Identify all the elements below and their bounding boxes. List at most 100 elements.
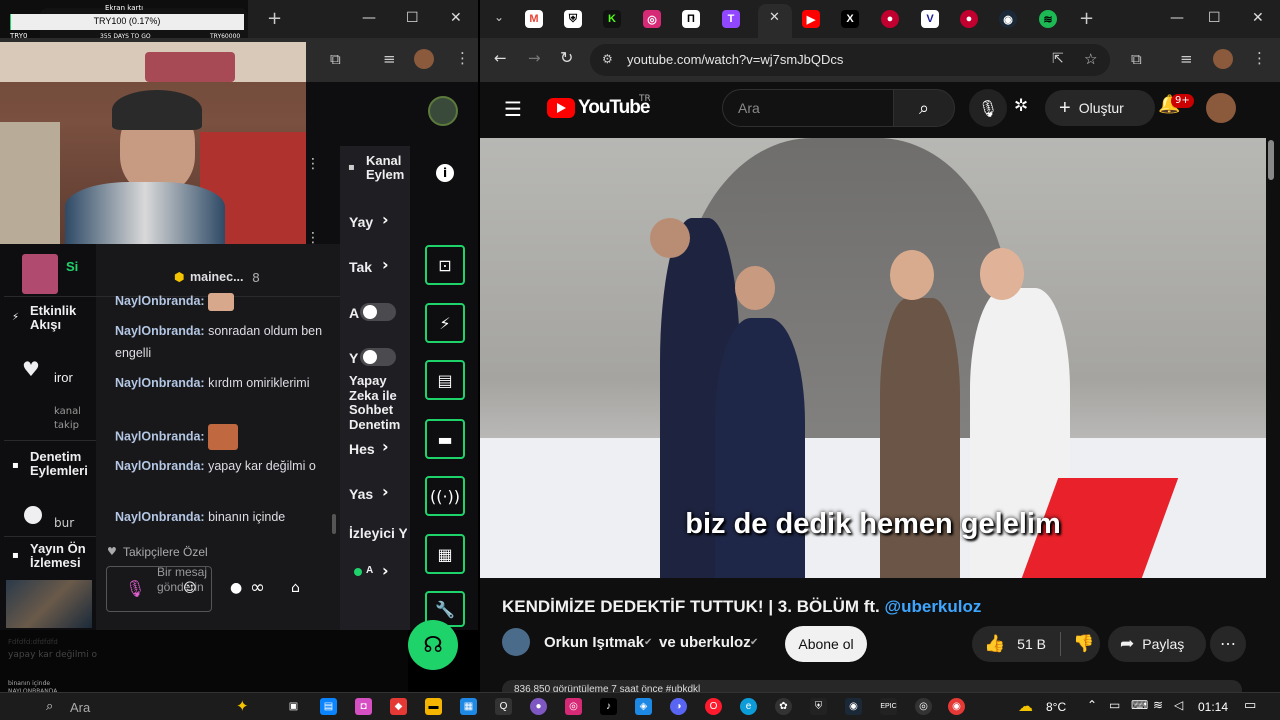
clip-button[interactable]: ⊡	[425, 245, 465, 285]
notification-center-icon[interactable]: ▭	[1244, 698, 1256, 713]
mod-row[interactable]: İzleyici Y	[349, 525, 407, 541]
close-window-icon[interactable]: ✕	[450, 10, 462, 26]
chat-username[interactable]: NaylOnbranda:	[115, 376, 205, 390]
emoji-icon[interactable]: ☺	[183, 581, 197, 596]
edge-icon[interactable]: e	[740, 698, 757, 715]
tray-expand-icon[interactable]: ⌃	[1087, 698, 1097, 712]
chat-button[interactable]: ▬	[425, 419, 465, 459]
address-bar[interactable]: ⚙ youtube.com/watch?v=wj7smJbQDcs ⇱ ☆	[590, 44, 1110, 76]
chevron-right-icon[interactable]: ›	[382, 210, 389, 229]
mod-row[interactable]: Y	[349, 350, 358, 366]
discord-icon[interactable]: ◑	[670, 698, 687, 715]
back-icon[interactable]: ←	[494, 49, 507, 67]
install-icon[interactable]: ⇱	[1052, 51, 1064, 67]
boost-button[interactable]: ⚡	[425, 303, 465, 343]
voice-search-button[interactable]: 🎙	[969, 89, 1007, 127]
mod-row[interactable]: A	[349, 305, 359, 321]
instagram-icon[interactable]: ◎	[643, 10, 661, 28]
maximize-icon[interactable]: ☐	[1208, 10, 1221, 26]
media-icon[interactable]: ≡	[383, 50, 396, 68]
chrome-icon[interactable]: ◉	[948, 698, 965, 715]
minimize-icon[interactable]: —	[1170, 10, 1184, 26]
ai-sparkle-icon[interactable]: ✲	[1014, 96, 1028, 116]
chevron-right-icon[interactable]: ›	[382, 561, 389, 580]
spotify-icon[interactable]: ≋	[1039, 10, 1057, 28]
channel-name[interactable]: Orkun Işıtmak	[544, 634, 644, 651]
new-tab-icon[interactable]: +	[1079, 8, 1094, 29]
pinned-user[interactable]: mainec...	[190, 270, 244, 284]
extensions-icon[interactable]: ⧉	[330, 50, 341, 68]
bookmark-star-icon[interactable]: ☆	[1084, 50, 1097, 68]
new-tab-icon[interactable]: +	[267, 8, 282, 29]
layout-button[interactable]: ▦	[425, 534, 465, 574]
mod-toggle[interactable]	[360, 303, 396, 321]
maximize-icon[interactable]: ☐	[406, 10, 419, 26]
app-icon[interactable]: EPIC	[880, 698, 897, 715]
menu-dots-icon[interactable]: ⋮	[1252, 49, 1267, 67]
menu-dots-icon[interactable]: ⋮	[455, 49, 470, 67]
tiktok-icon[interactable]: ♪	[600, 698, 617, 715]
chat-scrollbar[interactable]	[332, 514, 336, 534]
mic-icon[interactable]: 🎙	[125, 579, 145, 598]
app-icon[interactable]: ◘	[355, 698, 372, 715]
tab-search-icon[interactable]: ⌄	[494, 10, 504, 24]
store-app-icon[interactable]: ▤	[320, 698, 337, 715]
gmail-icon[interactable]: M	[525, 10, 543, 28]
video-player[interactable]: biz de dedik hemen gelelim	[480, 138, 1266, 578]
forward-icon[interactable]: →	[528, 49, 541, 67]
chevron-right-icon[interactable]: ›	[382, 482, 389, 501]
x-icon[interactable]: X	[841, 10, 859, 28]
app-icon[interactable]: ◆	[390, 698, 407, 715]
chevron-right-icon[interactable]: ›	[382, 437, 389, 456]
store-icon[interactable]: ⌂	[291, 580, 300, 596]
shield-icon[interactable]: ⛨	[564, 10, 582, 28]
volume-icon[interactable]: ◁	[1174, 698, 1183, 712]
app-icon[interactable]: ◎	[915, 698, 932, 715]
twitch-icon[interactable]: T	[722, 10, 740, 28]
chat-input[interactable]: 🎙 Bir mesaj gönderin ☺	[106, 565, 212, 612]
weather-temp[interactable]: 8°C	[1046, 700, 1066, 714]
yt-search-button[interactable]: ⌕	[893, 89, 955, 127]
stream-preview-thumbnail[interactable]	[6, 580, 92, 628]
site-info-icon[interactable]: ⚙	[602, 52, 613, 66]
network-icon[interactable]: ⌨	[1131, 698, 1148, 712]
hamburger-menu-icon[interactable]: ☰	[504, 97, 522, 121]
channel-avatar[interactable]	[502, 628, 530, 656]
reload-icon[interactable]: ↻	[560, 48, 573, 67]
description-box[interactable]: 836.850 görüntüleme 7 saat önce #ubkdkl	[502, 680, 1242, 692]
mod-row[interactable]: Hes	[349, 441, 375, 457]
extensions-icon[interactable]: ⧉	[1131, 50, 1142, 68]
share-button[interactable]: ➦ Paylaş	[1108, 626, 1206, 662]
app-icon[interactable]: ◈	[635, 698, 652, 715]
taskbar-search-icon[interactable]: ⌕	[46, 699, 53, 714]
chat-menu-dots-icon[interactable]: ⋮	[306, 156, 320, 172]
task-view-icon[interactable]: ▣	[285, 698, 302, 715]
info-icon[interactable]: i	[436, 164, 454, 182]
wifi-icon[interactable]: ≋	[1153, 698, 1163, 712]
notes-button[interactable]: ▤	[425, 360, 465, 400]
chat-username[interactable]: NaylOnbranda:	[115, 510, 205, 524]
twitch-user-avatar[interactable]	[428, 96, 458, 126]
bits-icon[interactable]: ●	[230, 580, 242, 596]
streamer-thumbnail[interactable]	[22, 254, 58, 294]
mod-row[interactable]: A	[366, 565, 373, 576]
steam-icon[interactable]: ◉	[845, 698, 862, 715]
app-icon[interactable]: ▦	[460, 698, 477, 715]
copilot-sparkle-icon[interactable]: ✦	[236, 697, 249, 715]
clock-time[interactable]: 01:14	[1198, 700, 1228, 714]
taskbar-search-placeholder[interactable]: Ara	[70, 700, 90, 715]
like-count[interactable]: 51 B	[1017, 636, 1046, 652]
chat-settings-dots-icon[interactable]: ⋮	[306, 230, 320, 246]
close-window-icon[interactable]: ✕	[1252, 10, 1264, 26]
chevron-right-icon[interactable]: ›	[382, 255, 389, 274]
file-explorer-icon[interactable]: ▬	[425, 698, 442, 715]
v-icon[interactable]: V	[921, 10, 939, 28]
mod-row[interactable]: Yay	[349, 214, 373, 230]
opera-icon[interactable]: O	[705, 698, 722, 715]
chat-username[interactable]: NaylOnbranda:	[115, 324, 205, 338]
thumbs-down-icon[interactable]: 👎	[1073, 634, 1094, 654]
mod-row[interactable]: Tak	[349, 259, 372, 275]
media-icon[interactable]: ≡	[1180, 50, 1193, 68]
weather-icon[interactable]: ☁	[1018, 697, 1033, 715]
instagram-icon[interactable]: ◎	[565, 698, 582, 715]
